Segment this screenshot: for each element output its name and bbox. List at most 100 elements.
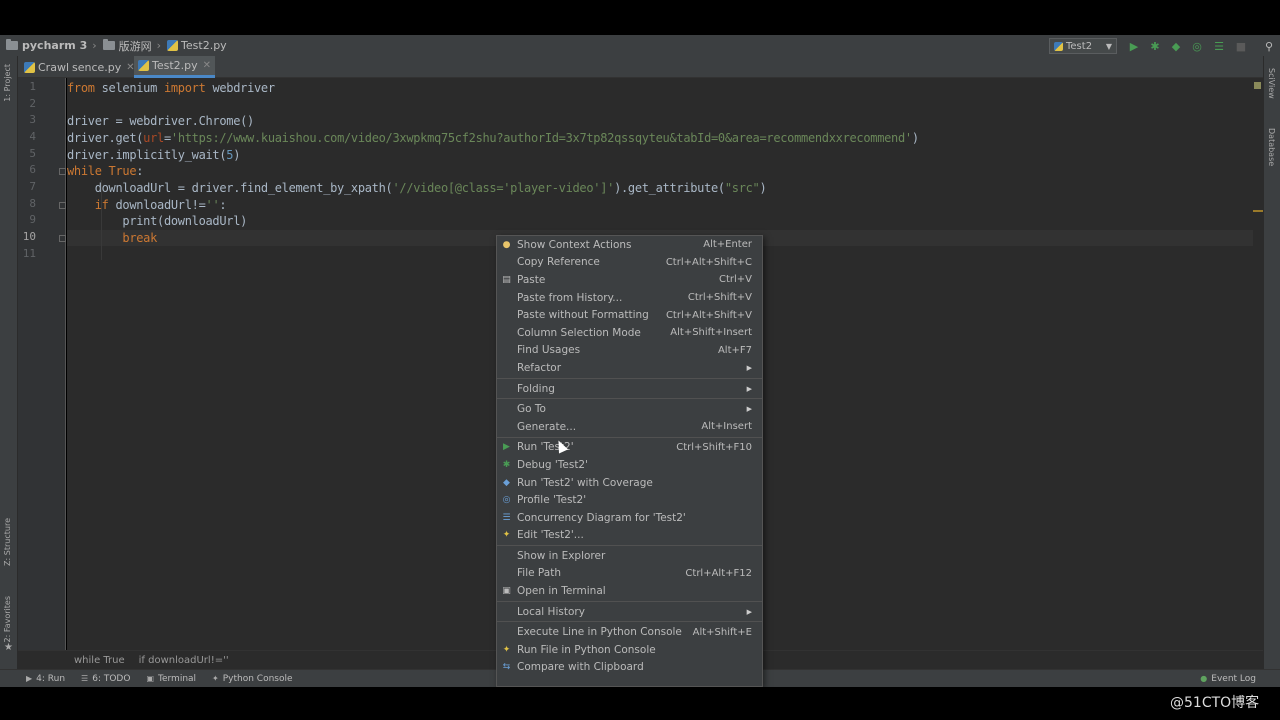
breadcrumb-item[interactable]: if downloadUrl!='' — [139, 655, 229, 666]
concurrency-icon[interactable]: ☰ — [1212, 39, 1226, 53]
line-number-gutter: 1 2 3 4 5 6 7 8 9 10 11 — [18, 78, 66, 650]
menu-item-concurrency-diagram-for-test2[interactable]: ☰ Concurrency Diagram for 'Test2' — [497, 509, 762, 527]
left-tool-strip: 1: Project Z: Structure 2: Favorites ★ — [0, 56, 18, 669]
menu-item-generate[interactable]: Generate... Alt+Insert — [497, 418, 762, 436]
menu-item-shortcut: Alt+Enter — [703, 239, 752, 251]
menu-separator — [497, 398, 762, 400]
tab-sence[interactable]: sence.py ✕ — [68, 56, 139, 78]
profile-icon[interactable]: ◎ — [1190, 39, 1204, 53]
run-icon[interactable]: ▶ — [1127, 39, 1141, 53]
menu-item-label: Execute Line in Python Console — [517, 626, 682, 639]
code-keyword: True — [101, 164, 137, 178]
editor-scrollbar[interactable] — [1253, 78, 1263, 650]
code-string: '' — [205, 198, 220, 212]
menu-item-refactor[interactable]: Refactor ▶ — [497, 359, 762, 377]
breadcrumb-item[interactable]: while True — [74, 655, 125, 666]
menu-item-shortcut: Alt+F7 — [717, 344, 752, 356]
code-keyword: while — [67, 164, 102, 178]
menu-item-open-in-terminal[interactable]: ▣ Open in Terminal — [497, 582, 762, 600]
fold-marker-icon[interactable] — [59, 168, 66, 175]
code-text: : — [219, 198, 227, 212]
menu-item-label: Paste from History... — [517, 291, 623, 304]
terminal-icon: ▣ — [146, 674, 154, 683]
coverage-icon[interactable]: ◆ — [1169, 39, 1183, 53]
code-text: ).get_attribute( — [614, 181, 725, 195]
menu-item-find-usages[interactable]: Find Usages Alt+F7 — [497, 342, 762, 360]
menu-item-profile-test2[interactable]: ◎ Profile 'Test2' — [497, 491, 762, 509]
structure-tool-button[interactable]: Z: Structure — [3, 518, 12, 566]
search-icon[interactable]: ⚲ — [1262, 39, 1276, 53]
event-log-label: Event Log — [1211, 673, 1256, 684]
menu-item-file-path[interactable]: File Path Ctrl+Alt+F12 — [497, 565, 762, 583]
bulb-icon: ● — [502, 239, 511, 250]
code-keyword: from — [67, 81, 95, 95]
sciview-tool-button[interactable]: SciView — [1267, 68, 1276, 99]
tab-crawl[interactable]: Crawl — [20, 56, 73, 78]
python-file-icon — [138, 60, 149, 71]
menu-item-edit-test2[interactable]: ✦ Edit 'Test2'... — [497, 527, 762, 545]
stop-icon[interactable]: ■ — [1234, 39, 1248, 53]
code-text: webdriver — [205, 81, 275, 95]
nav-file-label: Test2.py — [181, 39, 227, 52]
menu-item-paste[interactable]: ▤ Paste Ctrl+V — [497, 271, 762, 289]
nav-project[interactable]: pycharm 3 — [6, 39, 87, 52]
editor-context-menu: ● Show Context Actions Alt+Enter Copy Refer… — [496, 235, 763, 687]
menu-item-label: Edit 'Test2'... — [517, 529, 584, 542]
menu-item-label: Generate... — [517, 420, 577, 433]
debug-icon[interactable]: ✱ — [1148, 39, 1162, 53]
chevron-right-icon: ▶ — [746, 363, 752, 372]
event-log-button[interactable]: ● Event Log — [1200, 674, 1256, 684]
terminal-tool-button[interactable]: ▣ Terminal — [146, 674, 196, 684]
right-tool-strip: SciView Database — [1263, 56, 1280, 669]
run-tool-button[interactable]: ▶ 4: Run — [26, 674, 65, 684]
menu-item-paste-from-history[interactable]: Paste from History... Ctrl+Shift+V — [497, 289, 762, 307]
tab-test2[interactable]: Test2.py ✕ — [134, 56, 216, 78]
warning-marker[interactable] — [1253, 210, 1263, 212]
menu-item-column-selection-mode[interactable]: Column Selection Mode Alt+Shift+Insert — [497, 324, 762, 342]
menu-separator — [497, 436, 762, 438]
close-icon[interactable]: ✕ — [203, 60, 211, 71]
line-number: 11 — [22, 247, 36, 260]
run-configuration-select[interactable]: Test2 ▼ — [1049, 38, 1117, 54]
project-tool-button[interactable]: 1: Project — [3, 64, 12, 102]
terminal-tool-label: Terminal — [158, 673, 197, 684]
menu-item-execute-line-in-python-console[interactable]: Execute Line in Python Console Alt+Shift+… — [497, 623, 762, 641]
nav-file[interactable]: Test2.py — [167, 39, 227, 52]
todo-tool-button[interactable]: ☰ 6: TODO — [81, 674, 130, 684]
menu-item-folding[interactable]: Folding ▶ — [497, 380, 762, 398]
menu-item-run-test2-with-coverage[interactable]: ◆ Run 'Test2' with Coverage — [497, 474, 762, 492]
line-number: 4 — [29, 130, 36, 143]
menu-item-label: Show in Explorer — [517, 549, 606, 562]
run-icon: ▶ — [503, 442, 510, 453]
database-tool-button[interactable]: Database — [1267, 128, 1276, 166]
code-text: driver.implicitly_wait( — [67, 148, 227, 162]
menu-item-show-in-explorer[interactable]: Show in Explorer — [497, 547, 762, 565]
code-line-9: print(downloadUrl) — [67, 214, 248, 228]
code-string: '//video[@class='player-video']' — [392, 181, 615, 195]
menu-item-go-to[interactable]: Go To ▶ — [497, 400, 762, 418]
line-number: 2 — [29, 97, 36, 110]
code-text: = — [163, 131, 171, 145]
menu-item-run-file-in-python-console[interactable]: ✦ Run File in Python Console — [497, 641, 762, 659]
menu-item-copy-reference[interactable]: Copy Reference Ctrl+Alt+Shift+C — [497, 254, 762, 272]
menu-item-run-test2[interactable]: ▶ Run 'Test2' Ctrl+Shift+F10 — [497, 439, 762, 457]
nav-folder[interactable]: 版游网 — [102, 38, 152, 54]
python-console-tool-button[interactable]: ✦ Python Console — [212, 674, 293, 684]
menu-item-debug-test2[interactable]: ✱ Debug 'Test2' — [497, 456, 762, 474]
line-number: 9 — [29, 213, 36, 226]
menu-item-local-history[interactable]: Local History ▶ — [497, 603, 762, 621]
line-number: 1 — [29, 80, 36, 93]
menu-item-paste-without-formatting[interactable]: Paste without Formatting Ctrl+Alt+Shift+V — [497, 306, 762, 324]
menu-item-compare-with-clipboard[interactable]: ⇆ Compare with Clipboard — [497, 659, 762, 677]
favorites-tool-button[interactable]: 2: Favorites — [3, 596, 12, 642]
menu-item-label: Refactor — [517, 361, 562, 374]
inspection-indicator-icon[interactable] — [1254, 82, 1261, 89]
chevron-down-icon: ▼ — [1105, 41, 1112, 51]
menu-item-show-context-actions[interactable]: ● Show Context Actions Alt+Enter — [497, 236, 762, 254]
fold-marker-icon[interactable] — [59, 235, 66, 242]
code-text: ) — [759, 181, 767, 195]
bottom-letterbox — [0, 687, 1280, 720]
python-file-icon — [24, 61, 35, 73]
code-keyword: if — [67, 198, 109, 212]
fold-marker-icon[interactable] — [59, 202, 66, 209]
